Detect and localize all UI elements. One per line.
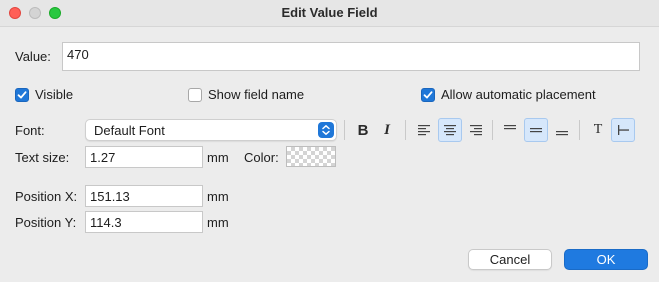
text-icon: T [593, 122, 603, 137]
toolbar-separator [405, 120, 406, 140]
title-bar: Edit Value Field [0, 0, 659, 27]
visible-checkbox[interactable] [15, 88, 29, 102]
align-center-button[interactable] [438, 118, 462, 142]
text-orientation-horizontal-button[interactable]: T [586, 118, 610, 142]
bold-button[interactable]: B [351, 118, 375, 142]
show-field-name-checkbox[interactable] [188, 88, 202, 102]
valign-bottom-icon [556, 131, 568, 136]
position-x-input[interactable]: 151.13 [85, 185, 203, 207]
valign-middle-button[interactable] [524, 118, 548, 142]
color-label: Color: [244, 150, 279, 165]
toolbar-separator [579, 120, 580, 140]
align-left-button[interactable] [412, 118, 436, 142]
font-select-value: Default Font [94, 123, 165, 138]
valign-top-icon [504, 125, 516, 130]
text-size-input[interactable]: 1.27 [85, 146, 203, 168]
visible-label[interactable]: Visible [35, 87, 73, 102]
align-left-icon [418, 125, 430, 136]
text-size-label: Text size: [15, 150, 70, 165]
valign-middle-icon [530, 128, 542, 133]
position-x-label: Position X: [15, 189, 78, 204]
allow-automatic-placement-checkbox[interactable] [421, 88, 435, 102]
show-field-name-label[interactable]: Show field name [208, 87, 304, 102]
window-title: Edit Value Field [281, 5, 378, 20]
color-swatch-button[interactable] [286, 146, 336, 167]
position-y-input[interactable]: 114.3 [85, 211, 203, 233]
font-label: Font: [15, 123, 45, 138]
ok-button[interactable]: OK [564, 249, 648, 270]
toolbar-separator [344, 120, 345, 140]
checkmark-icon [17, 91, 27, 99]
toolbar-separator [492, 120, 493, 140]
italic-icon: I [384, 121, 390, 138]
align-right-button[interactable] [464, 118, 488, 142]
updown-chevron-icon [318, 122, 334, 138]
value-label: Value: [15, 49, 51, 64]
value-input[interactable]: 470 [62, 42, 640, 71]
cancel-button[interactable]: Cancel [468, 249, 552, 270]
align-center-icon [444, 125, 456, 136]
allow-automatic-placement-label[interactable]: Allow automatic placement [441, 87, 596, 102]
text-orientation-vertical-button[interactable] [611, 118, 635, 142]
position-x-unit: mm [207, 189, 229, 204]
position-y-label: Position Y: [15, 215, 77, 230]
align-right-icon [470, 125, 482, 136]
valign-bottom-button[interactable] [550, 118, 574, 142]
rotate-text-icon [618, 125, 629, 135]
valign-top-button[interactable] [498, 118, 522, 142]
font-select[interactable]: Default Font [85, 119, 337, 141]
text-size-unit: mm [207, 150, 229, 165]
position-y-unit: mm [207, 215, 229, 230]
bold-icon: B [357, 121, 369, 139]
checkmark-icon [423, 91, 433, 99]
italic-button[interactable]: I [375, 118, 399, 142]
